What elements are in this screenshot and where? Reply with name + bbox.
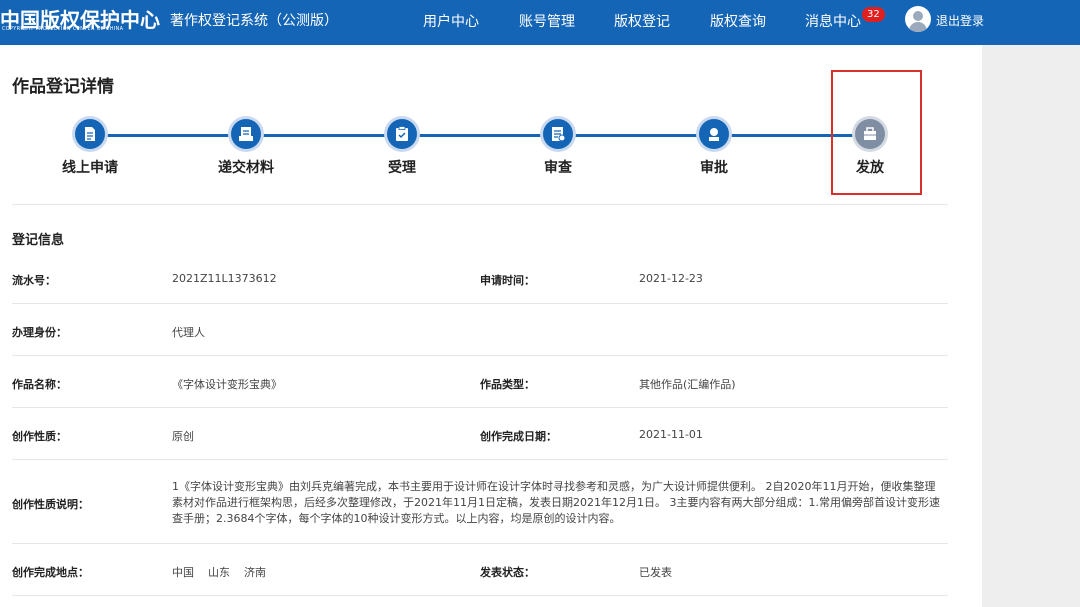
system-title: 著作权登记系统（公测版） bbox=[170, 13, 338, 29]
divider bbox=[12, 204, 948, 205]
serial-number-value: 2021Z11L1373612 bbox=[172, 272, 277, 285]
message-count-badge: 32 bbox=[862, 7, 885, 22]
top-navigation-bar: 中国版权保护中心 COPYRIGHT PROTECTION CENTER OF … bbox=[0, 0, 1080, 45]
nav-account-management[interactable]: 账号管理 bbox=[519, 11, 575, 31]
right-side-panel bbox=[982, 45, 1080, 607]
completion-place-value: 中国 山东 济南 bbox=[172, 566, 266, 579]
divider bbox=[12, 355, 948, 356]
work-type-value: 其他作品(汇编作品) bbox=[639, 378, 736, 391]
progress-line bbox=[90, 134, 870, 137]
divider bbox=[12, 543, 948, 544]
divider bbox=[12, 459, 948, 460]
completion-place-label: 创作完成地点： bbox=[12, 566, 89, 579]
user-avatar-icon[interactable] bbox=[905, 6, 931, 32]
nav-user-center[interactable]: 用户中心 bbox=[423, 11, 479, 31]
logo-subtitle: COPYRIGHT PROTECTION CENTER OF CHINA bbox=[2, 26, 124, 32]
identity-value: 代理人 bbox=[172, 326, 205, 339]
submit-materials-icon bbox=[231, 119, 261, 149]
identity-label: 办理身份： bbox=[12, 326, 67, 339]
work-name-value: 《字体设计变形宝典》 bbox=[172, 378, 282, 391]
approval-icon bbox=[699, 119, 729, 149]
divider bbox=[12, 303, 948, 304]
apply-icon bbox=[75, 119, 105, 149]
apply-time-value: 2021-12-23 bbox=[639, 272, 703, 285]
publish-status-value: 已发表 bbox=[639, 566, 672, 579]
nav-copyright-query[interactable]: 版权查询 bbox=[710, 11, 766, 31]
logout-link[interactable]: 退出登录 bbox=[936, 12, 984, 29]
creation-nature-label: 创作性质： bbox=[12, 430, 67, 443]
nature-description-value: 1《字体设计变形宝典》由刘兵克编著完成，本书主要用于设计师在设计字体时寻找参考和… bbox=[172, 480, 940, 525]
nature-description-label: 创作性质说明： bbox=[12, 498, 89, 511]
work-name-label: 作品名称： bbox=[12, 378, 67, 391]
review-icon bbox=[543, 119, 573, 149]
apply-time-label: 申请时间： bbox=[480, 274, 535, 287]
completion-date-label: 创作完成日期： bbox=[480, 430, 557, 443]
divider bbox=[12, 595, 948, 596]
highlight-annotation-box bbox=[831, 70, 922, 195]
page-title: 作品登记详情 bbox=[12, 77, 114, 97]
creation-nature-value: 原创 bbox=[172, 430, 194, 443]
publish-status-label: 发表状态： bbox=[480, 566, 535, 579]
serial-number-label: 流水号： bbox=[12, 274, 56, 287]
completion-date-value: 2021-11-01 bbox=[639, 428, 703, 441]
accept-icon bbox=[387, 119, 417, 149]
site-logo[interactable]: 中国版权保护中心 COPYRIGHT PROTECTION CENTER OF … bbox=[0, 4, 160, 40]
work-type-label: 作品类型： bbox=[480, 378, 535, 391]
divider bbox=[12, 407, 948, 408]
nav-copyright-registration[interactable]: 版权登记 bbox=[614, 11, 670, 31]
nav-message-center[interactable]: 消息中心 bbox=[805, 11, 861, 31]
section-title-registration-info: 登记信息 bbox=[12, 233, 65, 248]
